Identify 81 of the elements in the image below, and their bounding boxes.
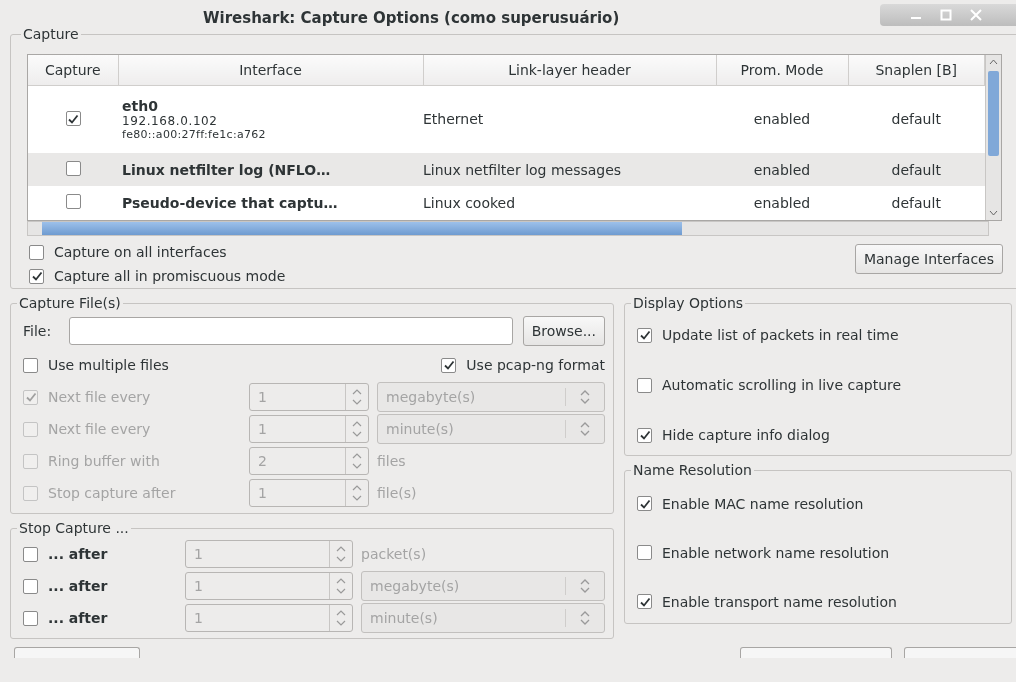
checkbox[interactable]: [637, 496, 652, 511]
checkbox-label: Next file every: [48, 421, 151, 437]
interface-address: 192.168.0.102: [122, 113, 219, 128]
checkbox-label: ... after: [48, 578, 108, 594]
checkbox-label: Capture on all interfaces: [54, 244, 227, 260]
checkbox-label: Use multiple files: [48, 357, 169, 373]
interface-name: Linux netfilter log (NFLO…: [122, 161, 332, 178]
window-title: Wireshark: Capture Options (como superusuário): [203, 9, 620, 27]
checkbox-label: Use pcap-ng format: [466, 357, 605, 373]
checkbox[interactable]: [23, 546, 38, 562]
checkbox-label: Enable MAC name resolution: [662, 495, 864, 512]
group-title: Display Options: [632, 295, 745, 311]
interface-address: fe80::a00:27ff:fe1c:a762: [122, 127, 267, 141]
maximize-icon[interactable]: [940, 9, 952, 21]
interface-name: Pseudo-device that captu…: [122, 195, 339, 212]
table-row[interactable]: Pseudo-device that captu… Linux cooked enabled default: [28, 186, 985, 220]
updown-chevron-icon: [579, 578, 591, 594]
column-header[interactable]: Snaplen [B]: [848, 55, 985, 86]
checkbox-label: Enable network name resolution: [662, 544, 890, 561]
unit-label: packet(s): [361, 546, 428, 562]
checkbox-label: Automatic scrolling in live capture: [662, 377, 902, 393]
column-header[interactable]: Capture: [28, 55, 118, 86]
group-title: Capture: [22, 26, 80, 42]
updown-chevron-icon: [579, 389, 591, 405]
dropdown[interactable]: megabyte(s): [361, 571, 605, 601]
table-cell: default: [891, 195, 941, 212]
unit-label: file(s): [377, 485, 418, 501]
table-cell: Linux cooked: [423, 195, 516, 212]
checkbox[interactable]: [637, 545, 652, 560]
checkbox-label: ... after: [48, 610, 108, 626]
group-title: Stop Capture ...: [18, 520, 130, 536]
table-cell: enabled: [753, 161, 811, 178]
group-title: Name Resolution: [632, 462, 753, 478]
checkbox[interactable]: [23, 610, 38, 626]
table-row[interactable]: Linux netfilter log (NFLO… Linux netfilter log messages enabled default: [28, 152, 985, 187]
column-header[interactable]: Interface: [118, 55, 423, 86]
updown-chevron-icon: [579, 610, 591, 626]
table-cell: enabled: [753, 111, 811, 128]
checkbox-label: Hide capture info dialog: [662, 427, 830, 443]
group-title: Capture File(s): [18, 295, 122, 311]
field-label: File:: [23, 323, 52, 339]
checkbox[interactable]: [65, 194, 81, 210]
checkbox[interactable]: [637, 327, 652, 343]
close-icon[interactable]: [970, 9, 982, 21]
browse-button[interactable]: Browse...: [522, 316, 605, 346]
checkbox-label: Next file every: [48, 389, 151, 405]
dialog-button[interactable]: [904, 647, 1016, 658]
checkbox[interactable]: [637, 377, 652, 393]
checkbox-label: Update list of packets in real time: [662, 327, 899, 343]
checkbox[interactable]: [65, 111, 81, 127]
vertical-scrollbar[interactable]: [985, 55, 1001, 220]
checkbox-label: Enable transport name resolution: [662, 593, 897, 610]
manage-interfaces-button[interactable]: Manage Interfaces: [854, 244, 1003, 274]
dropdown[interactable]: minute(s): [361, 603, 605, 633]
checkbox[interactable]: [23, 578, 38, 594]
dialog-button[interactable]: [740, 647, 892, 658]
checkbox[interactable]: [441, 357, 457, 373]
unit-label: files: [377, 453, 407, 469]
checkbox[interactable]: [65, 160, 81, 176]
checkbox-label: Ring buffer with: [48, 453, 160, 469]
interface-name: eth0: [122, 97, 159, 114]
table-cell: enabled: [753, 195, 811, 212]
table-row[interactable]: eth0 192.168.0.102 fe80::a00:27ff:fe1c:a762 Ethernet enabled default: [28, 85, 985, 153]
checkbox[interactable]: [29, 268, 44, 284]
checkbox-label: Stop capture after: [48, 485, 176, 501]
file-input-field[interactable]: [69, 317, 513, 345]
checkbox-label: ... after: [48, 546, 108, 562]
table-cell: Linux netfilter log messages: [423, 161, 622, 178]
updown-chevron-icon: [579, 421, 591, 437]
table-cell: Ethernet: [423, 111, 484, 128]
checkbox[interactable]: [637, 427, 652, 443]
column-header[interactable]: Prom. Mode: [716, 55, 848, 86]
checkbox[interactable]: [29, 244, 44, 260]
checkbox-label: Capture all in promiscuous mode: [54, 268, 286, 284]
checkbox[interactable]: [637, 594, 652, 609]
dialog-button[interactable]: [14, 647, 140, 658]
table-cell: default: [891, 111, 941, 128]
checkbox[interactable]: [23, 357, 38, 373]
table-cell: default: [891, 161, 941, 178]
horizontal-scrollbar[interactable]: [27, 221, 989, 236]
column-header[interactable]: Link-layer header: [423, 55, 716, 86]
